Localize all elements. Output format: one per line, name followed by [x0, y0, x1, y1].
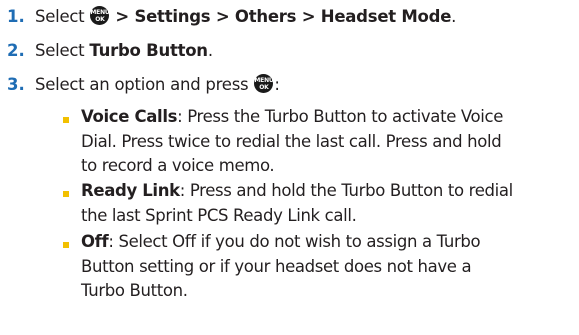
menu-ok-icon: MENU OK	[90, 6, 110, 25]
instruction-page: 1. Select MENU OK > Settings > Others > …	[0, 0, 579, 335]
bullet-icon	[63, 191, 69, 197]
step-number: 1.	[7, 7, 25, 26]
ok-icon-label: OK	[95, 15, 105, 23]
option-line: Dial. Press twice to redial the last cal…	[81, 131, 502, 151]
option-line: Button setting or if your headset does n…	[81, 256, 472, 276]
option-off: Off: Select Off if you do not wish to as…	[81, 230, 576, 304]
bullet-icon	[63, 242, 69, 248]
menu-ok-icon: MENU OK	[254, 74, 274, 93]
step-number: 2.	[7, 41, 25, 60]
step-suffix: .	[451, 7, 457, 26]
step-text: Select MENU OK > Settings > Others > Hea…	[35, 4, 456, 29]
step-text: Select Turbo Button.	[35, 38, 213, 63]
option-ready-link: Ready Link: Press and hold the Turbo But…	[81, 179, 576, 228]
option-line: : Select Off if you do not wish to assig…	[108, 232, 481, 251]
step-text: Select an option and press MENU OK :	[35, 72, 280, 97]
step-prefix: Select	[35, 41, 85, 60]
step-suffix: .	[207, 41, 213, 60]
option-voice-calls: Voice Calls: Press the Turbo Button to a…	[81, 105, 576, 179]
step-prefix: Select an option and press	[35, 75, 249, 94]
step-prefix: Select	[35, 7, 85, 26]
option-line: : Press and hold the Turbo Button to red…	[179, 181, 514, 200]
menu-item-turbo-button: Turbo Button	[89, 41, 208, 60]
step-number: 3.	[7, 75, 25, 94]
option-line: the last Sprint PCS Ready Link call.	[81, 205, 357, 225]
option-term: Off	[81, 232, 109, 251]
option-term: Voice Calls	[81, 107, 178, 126]
option-line: : Press the Turbo Button to activate Voi…	[177, 107, 504, 126]
ok-icon-label: OK	[259, 83, 269, 91]
option-term: Ready Link	[81, 181, 180, 200]
option-line: to record a voice memo.	[81, 156, 275, 175]
step-suffix: :	[274, 75, 280, 94]
menu-path: > Settings > Others > Headset Mode	[115, 7, 452, 26]
bullet-icon	[63, 117, 69, 123]
option-line: Turbo Button.	[81, 281, 188, 300]
